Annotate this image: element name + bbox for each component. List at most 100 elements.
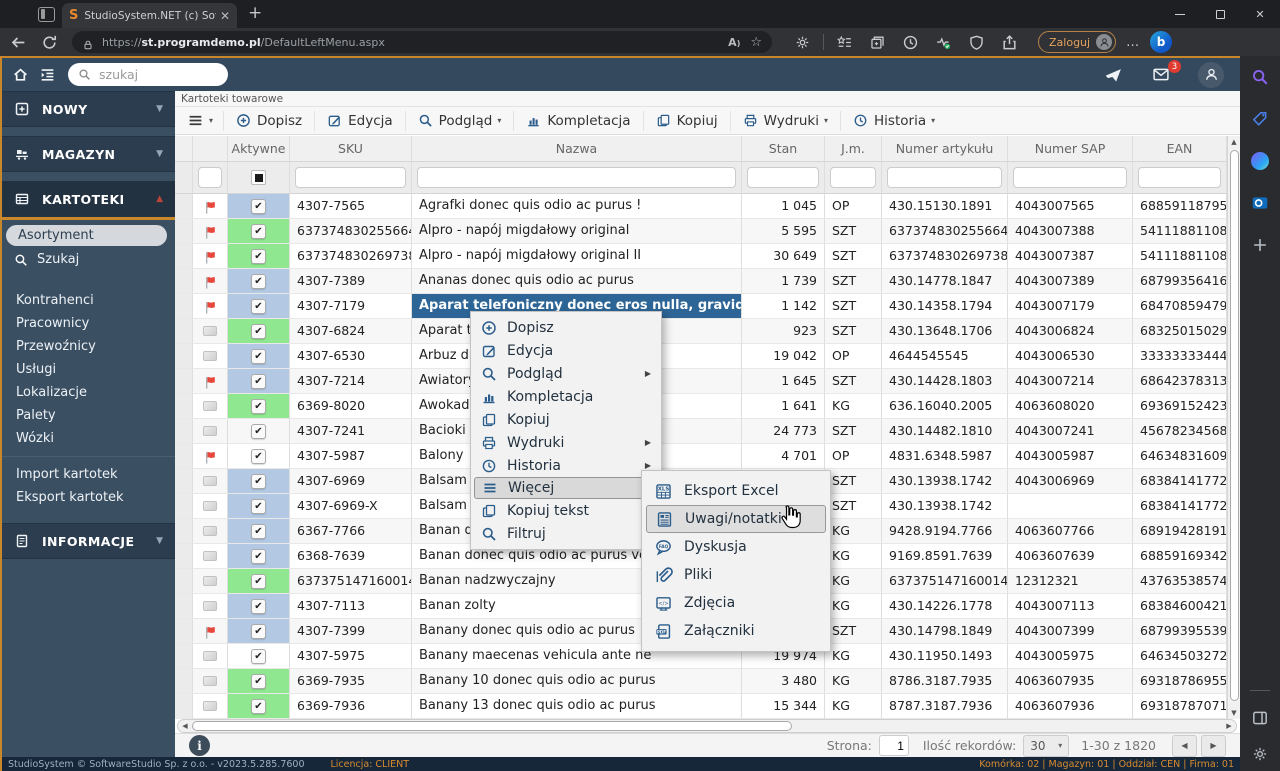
flag-cell[interactable] [193,469,228,494]
menu-item-historia[interactable]: Historia ▶ [474,454,658,477]
browser-profile-button[interactable]: Zaloguj [1038,31,1117,53]
browser-tab[interactable]: S StudioSystem.NET (c) SoftwareSt ✕ [62,3,237,28]
column-header-aktywne[interactable]: Aktywne [228,136,290,162]
checked-checkbox[interactable]: ✔ [251,548,266,564]
collections-icon[interactable] [869,34,886,51]
menu-item-kopiuj[interactable]: Kopiuj [474,408,658,431]
horizontal-scroll-thumb[interactable] [192,721,792,731]
name-cell[interactable]: Ananas donec quis odio ac purus [412,269,742,294]
tab-close-icon[interactable]: ✕ [220,9,230,23]
checked-checkbox[interactable]: ✔ [251,323,266,339]
column-header-artykul[interactable]: Numer artykułu [882,136,1008,162]
essentials-icon[interactable] [935,34,952,51]
checked-checkbox[interactable]: ✔ [251,598,266,614]
flag-cell[interactable] [193,544,228,569]
name-cell[interactable]: Banany 13 donec quis odio ac purus [412,694,742,719]
user-menu-button[interactable] [1198,61,1224,88]
flag-cell[interactable] [193,619,228,644]
flag-cell[interactable] [193,494,228,519]
sidebar-item-w-zki[interactable]: Wózki [2,427,175,450]
sidebar-item-lokalizacje[interactable]: Lokalizacje [2,381,175,404]
sidebar-item-pracownicy[interactable]: Pracownicy [2,312,175,335]
scroll-up-icon[interactable]: ▲ [1228,136,1240,148]
column-header-sp[interactable] [175,136,193,162]
filter-aktywne[interactable] [228,162,290,194]
home-icon[interactable] [12,66,29,83]
sidebar-item-szukaj[interactable]: Szukaj [2,248,175,271]
menu-item-filtruj[interactable]: Filtruj [474,522,658,545]
menu-item-dopisz[interactable]: Dopisz [474,316,658,339]
column-header-sap[interactable]: Numer SAP [1008,136,1133,162]
table-row[interactable]: ✔ 4307-7179 Aparat telefoniczny donec eros… [175,294,1227,319]
flag-cell[interactable] [193,319,228,344]
global-search-input[interactable]: szukaj [68,63,228,86]
read-aloud-icon[interactable]: A) [728,36,740,49]
menu-item-wydruki[interactable]: Wydruki ▶ [474,431,658,454]
flag-cell[interactable] [193,194,228,219]
column-header-flag[interactable] [193,136,228,162]
info-icon[interactable]: i [189,735,210,756]
sidebar-item-us-ugi[interactable]: Usługi [2,358,175,381]
name-cell[interactable]: Agrafki donec quis odio ac purus ! [412,194,742,219]
column-header-stan[interactable]: Stan [742,136,825,162]
browser-menu-icon[interactable]: … [1126,35,1140,50]
add-icon[interactable] [1251,236,1269,254]
send-icon[interactable] [1102,66,1124,84]
panel-icon[interactable] [1251,709,1269,727]
copilot-icon[interactable] [1251,152,1269,170]
filter-input-stan[interactable] [747,167,819,188]
menu-item-podgl-d[interactable]: Podgląd ▶ [474,362,658,385]
filter-input-sap[interactable] [1013,167,1127,188]
filter-input-sku[interactable] [295,167,406,188]
flag-cell[interactable] [193,569,228,594]
prev-page-button[interactable]: ◀ [1172,734,1197,757]
favorites-list-icon[interactable] [836,34,853,51]
checked-checkbox[interactable]: ✔ [251,223,266,239]
sidebar-item-eksport-kartotek[interactable]: Eksport kartotek [2,486,175,509]
search-icon[interactable] [1251,68,1269,86]
records-per-page-select[interactable]: 30 ▾ [1023,734,1070,757]
filter-input-flag[interactable] [198,167,222,188]
filter-input-ean[interactable] [1138,167,1221,188]
messages-button[interactable]: 3 [1150,60,1181,83]
checked-checkbox[interactable]: ✔ [251,348,266,364]
submenu-item-pliki[interactable]: Pliki [646,561,826,589]
toolbar-button-podgl-d[interactable]: Podgląd ▾ [404,110,514,131]
column-header-nazwa[interactable]: Nazwa [412,136,742,162]
checked-checkbox[interactable]: ✔ [251,248,266,264]
sidebar-item-przewo-nicy[interactable]: Przewoźnicy [2,335,175,358]
name-cell[interactable]: Alpro - napój migdałowy original II [412,244,742,269]
scroll-down-icon[interactable]: ▼ [1228,707,1240,719]
checked-checkbox[interactable]: ✔ [251,398,266,414]
window-maximize-button[interactable] [1200,0,1240,28]
submenu-item-dyskusja[interactable]: FAQ Dyskusja [646,533,826,561]
table-row[interactable]: ✔ 4307-7241 Bacioki no 24 773 SZT 430.14482.1… [175,419,1227,444]
table-row[interactable]: ✔ 4307-7389 Ananas donec quis odio ac puru… [175,269,1227,294]
table-row[interactable]: ✔ 4307-6824 Aparat tel 923 SZT 430.13648.1706… [175,319,1227,344]
toolbar-button-kompletacja[interactable]: Kompletacja [513,110,642,131]
sidebar-section-informacje[interactable]: INFORMACJE ▼ [2,523,175,559]
window-close-button[interactable]: ✕ [1240,0,1280,28]
vertical-scrollbar[interactable]: ▲ ▼ [1227,136,1240,719]
table-row[interactable]: ✔ 6369-8020 Awokado 1 641 KG 636.16040.2005 40… [175,394,1227,419]
flag-cell[interactable] [193,369,228,394]
next-page-button[interactable]: ▶ [1201,734,1226,757]
flag-cell[interactable] [193,394,228,419]
checked-checkbox[interactable]: ✔ [251,673,266,689]
checked-checkbox[interactable]: ✔ [251,573,266,589]
checked-checkbox[interactable]: ✔ [251,273,266,289]
sidebar-toggle-icon[interactable] [39,66,56,83]
checked-checkbox[interactable]: ✔ [251,423,266,439]
checked-checkbox[interactable]: ✔ [251,623,266,639]
menu-item-kompletacja[interactable]: Kompletacja [474,385,658,408]
name-cell[interactable]: Alpro - napój migdałowy original [412,219,742,244]
history-icon[interactable] [902,34,919,51]
bing-icon[interactable]: b [1150,31,1173,53]
checked-checkbox[interactable]: ✔ [251,698,266,714]
tab-workspaces-icon[interactable] [38,6,55,22]
favorite-star-icon[interactable]: ☆ [750,35,762,50]
new-tab-button[interactable]: + [248,3,262,23]
share-icon[interactable] [1001,34,1018,51]
flag-cell[interactable] [193,444,228,469]
sidebar-item-import-kartotek[interactable]: Import kartotek [2,463,175,486]
